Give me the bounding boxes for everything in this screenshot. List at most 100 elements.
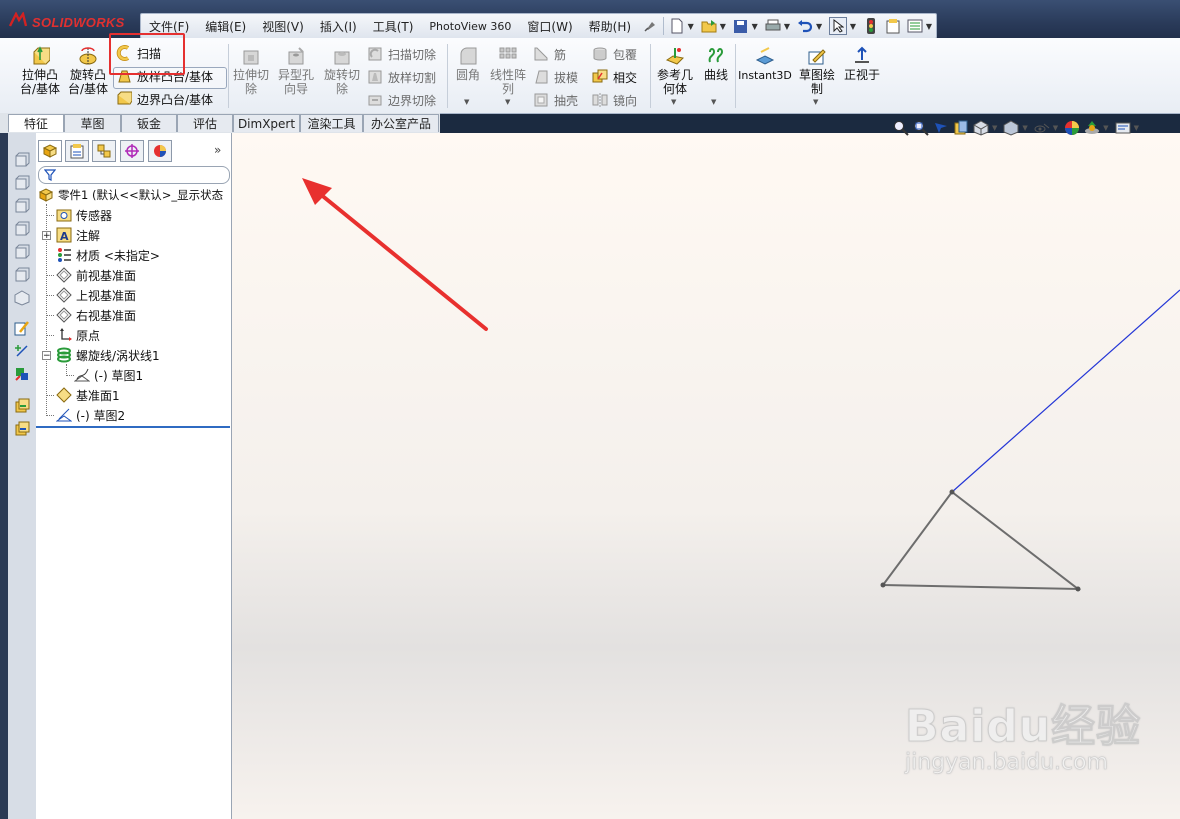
tree-item-right-plane[interactable]: 右视基准面: [56, 306, 136, 324]
tree-item-top-plane[interactable]: 上视基准面: [56, 286, 136, 304]
feature-boss-icon[interactable]: [13, 398, 31, 416]
new-document-icon[interactable]: [669, 18, 685, 34]
linear-pattern-button[interactable]: 线性阵 列: [488, 46, 528, 96]
tree-item-annotations[interactable]: A 注解: [56, 226, 100, 244]
tree-item-material[interactable]: 材质 <未指定>: [56, 246, 160, 264]
view-settings-icon[interactable]: [1114, 119, 1132, 137]
zoom-to-area-icon[interactable]: [912, 119, 930, 137]
draft-button[interactable]: 拔模: [533, 67, 578, 87]
helix-edge-line[interactable]: [951, 289, 1180, 493]
display-manager-tab[interactable]: [148, 140, 172, 162]
open-folder-icon[interactable]: [701, 18, 717, 34]
tab-sheet-metal[interactable]: 钣金: [121, 114, 177, 132]
menu-help[interactable]: 帮助(H): [581, 18, 639, 35]
chevron-down-icon[interactable]: ▼: [720, 22, 726, 31]
chevron-down-icon[interactable]: ▼: [784, 22, 790, 31]
smart-dimension-icon[interactable]: [13, 320, 31, 338]
feature-tree-tab[interactable]: [38, 140, 62, 162]
view-right-icon[interactable]: [13, 221, 31, 239]
zoom-to-fit-icon[interactable]: [892, 119, 910, 137]
menu-file[interactable]: 文件(F): [141, 18, 197, 35]
tree-item-helix[interactable]: 螺旋线/涡状线1: [56, 346, 160, 364]
mirror-button[interactable]: 镜向: [592, 90, 637, 110]
chevron-down-icon[interactable]: ▼: [752, 22, 758, 31]
tree-item-plane1[interactable]: 基准面1: [56, 386, 120, 404]
view-front-icon[interactable]: [13, 152, 31, 170]
rib-button[interactable]: 筋: [533, 44, 566, 64]
section-view-icon[interactable]: [952, 119, 970, 137]
menu-tools[interactable]: 工具(T): [365, 18, 422, 35]
lofted-cut-button[interactable]: 放样切割: [367, 67, 436, 87]
extrude-boss-button[interactable]: 拉伸凸 台/基体: [18, 46, 62, 96]
extrude-cut-button[interactable]: 拉伸切 除: [231, 46, 271, 96]
feature-part-icon[interactable]: [13, 421, 31, 439]
chevron-down-icon[interactable]: ▼: [688, 22, 694, 31]
tree-item-sketch2[interactable]: (-) 草图2: [56, 406, 125, 424]
sketch-point[interactable]: [1075, 586, 1081, 592]
chevron-down-icon[interactable]: ▼: [1022, 124, 1027, 132]
boundary-cut-button[interactable]: 边界切除: [367, 90, 436, 110]
revolve-cut-button[interactable]: 旋转切 除: [322, 46, 362, 96]
select-cursor-icon[interactable]: [829, 17, 847, 35]
save-icon[interactable]: [733, 18, 749, 34]
add-relation-icon[interactable]: [13, 343, 31, 361]
options-icon[interactable]: [907, 18, 923, 34]
chevron-down-icon[interactable]: ▼: [1053, 124, 1058, 132]
view-left-icon[interactable]: [13, 198, 31, 216]
normal-to-button[interactable]: 正视于: [842, 46, 882, 82]
view-top-icon[interactable]: [13, 244, 31, 262]
sketch-button[interactable]: 草图绘 制: [796, 46, 838, 96]
tab-evaluate[interactable]: 评估: [177, 114, 233, 132]
expand-annotations-toggle[interactable]: +: [42, 231, 51, 241]
pin-icon[interactable]: [642, 18, 658, 34]
tree-item-sensors[interactable]: 传感器: [56, 206, 112, 224]
edit-appearance-icon[interactable]: [1063, 119, 1081, 137]
chevron-down-icon[interactable]: ▼: [711, 98, 716, 106]
tree-item-sketch1[interactable]: (-) 草图1: [74, 366, 143, 384]
expand-panel-icon[interactable]: »: [214, 143, 221, 157]
tree-item-origin[interactable]: 原点: [56, 326, 100, 344]
reference-geometry-button[interactable]: 参考几 何体: [654, 46, 696, 96]
traffic-light-icon[interactable]: [863, 18, 879, 34]
apply-scene-icon[interactable]: [1083, 119, 1101, 137]
hide-show-items-icon[interactable]: [1033, 119, 1051, 137]
print-icon[interactable]: [765, 18, 781, 34]
view-isometric-icon[interactable]: [13, 290, 31, 308]
menu-view[interactable]: 视图(V): [254, 18, 312, 35]
sketch-point[interactable]: [880, 582, 886, 588]
chevron-down-icon[interactable]: ▼: [816, 22, 822, 31]
collapse-helix-toggle[interactable]: −: [42, 351, 51, 361]
chevron-down-icon[interactable]: ▼: [1134, 124, 1139, 132]
tab-sketch[interactable]: 草图: [64, 114, 121, 132]
chevron-down-icon[interactable]: ▼: [464, 98, 469, 106]
triangle-profile-sketch[interactable]: [881, 491, 1082, 591]
curves-button[interactable]: 曲线: [700, 46, 732, 82]
dimxpert-manager-tab[interactable]: [120, 140, 144, 162]
sketch-point[interactable]: [949, 489, 955, 495]
tree-root-part[interactable]: 零件1 (默认<<默认>_显示状态: [38, 186, 223, 204]
file-properties-icon[interactable]: [885, 18, 901, 34]
view-bottom-icon[interactable]: [13, 267, 31, 285]
menu-window[interactable]: 窗口(W): [519, 18, 580, 35]
chevron-down-icon[interactable]: ▼: [505, 98, 510, 106]
fillet-button[interactable]: 圆角: [452, 46, 484, 82]
chevron-down-icon[interactable]: ▼: [813, 98, 818, 106]
undo-icon[interactable]: [797, 18, 813, 34]
view-back-icon[interactable]: [13, 175, 31, 193]
wrap-button[interactable]: 包覆: [592, 44, 637, 64]
boundary-boss-button[interactable]: 边界凸台/基体: [116, 89, 213, 109]
menu-edit[interactable]: 编辑(E): [197, 18, 254, 35]
previous-view-icon[interactable]: [932, 119, 950, 137]
instant3d-button[interactable]: Instant3D: [738, 46, 792, 83]
swept-cut-button[interactable]: 扫描切除: [367, 44, 436, 64]
tree-item-front-plane[interactable]: 前视基准面: [56, 266, 136, 284]
tab-features[interactable]: 特征: [8, 114, 64, 132]
display-style-icon[interactable]: [1002, 119, 1020, 137]
tab-dimxpert[interactable]: DimXpert: [233, 114, 300, 132]
intersect-button[interactable]: 相交: [592, 67, 637, 87]
chevron-down-icon[interactable]: ▼: [850, 22, 856, 31]
tree-filter-input[interactable]: [38, 166, 230, 184]
menu-insert[interactable]: 插入(I): [312, 18, 365, 35]
menu-photoview[interactable]: PhotoView 360: [421, 20, 519, 33]
chevron-down-icon[interactable]: ▼: [671, 98, 676, 106]
